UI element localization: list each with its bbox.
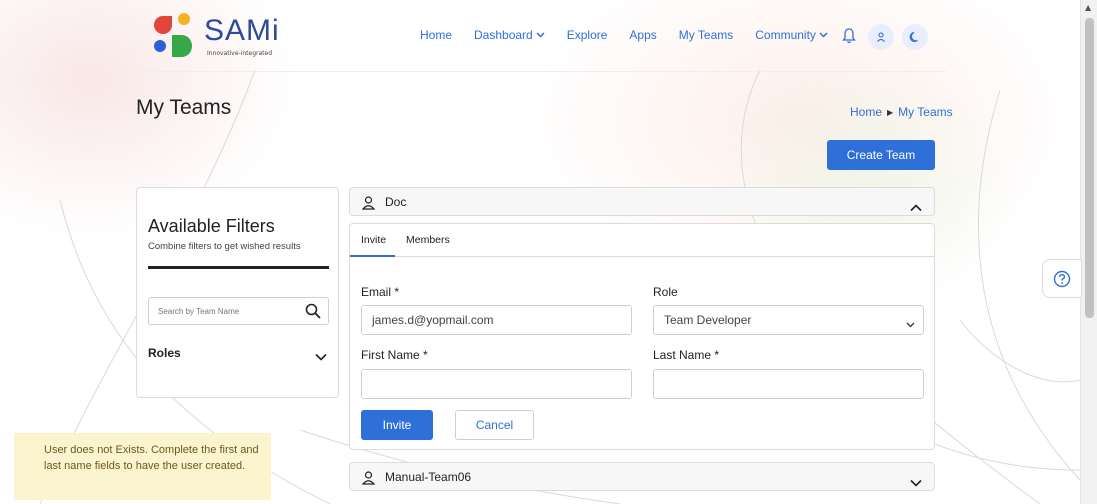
breadcrumb-home[interactable]: Home: [850, 105, 882, 119]
nav-apps[interactable]: Apps: [629, 28, 656, 42]
brand-name: SAMi: [204, 14, 280, 47]
search-icon[interactable]: [305, 303, 321, 319]
user-icon: [361, 195, 376, 214]
user-profile-button[interactable]: [868, 24, 894, 50]
brand-tagline: Innovative-integrated: [207, 50, 273, 57]
role-label: Role: [653, 285, 678, 299]
first-name-field[interactable]: [361, 369, 632, 399]
logo-mark-red: [154, 16, 172, 34]
scroll-up-icon[interactable]: ▲: [1085, 3, 1091, 12]
team-name: Doc: [385, 195, 407, 209]
sami-logo[interactable]: SAMi Innovative-integrated: [152, 12, 302, 62]
bell-icon[interactable]: [842, 28, 856, 48]
chevron-down-icon[interactable]: [910, 472, 922, 491]
email-value: james.d@yopmail.com: [372, 313, 494, 327]
filters-divider: [148, 266, 329, 269]
user-icon: [877, 32, 885, 42]
question-circle-icon: [1053, 270, 1071, 287]
cancel-button[interactable]: Cancel: [455, 410, 534, 440]
chevron-down-icon: [819, 30, 828, 40]
team-search-placeholder: Search by Team Name: [158, 306, 240, 316]
filters-panel: Available Filters Combine filters to get…: [136, 187, 339, 398]
first-name-label: First Name *: [361, 348, 428, 362]
team-tabs: Invite Members: [350, 224, 934, 257]
breadcrumb-current: My Teams: [898, 105, 953, 119]
chevron-down-icon: [906, 317, 915, 331]
filters-subtitle: Combine filters to get wished results: [148, 241, 301, 252]
logo-mark-blue: [154, 40, 166, 52]
moon-icon: [909, 31, 918, 43]
nav-my-teams[interactable]: My Teams: [679, 28, 733, 42]
team-accordion-manual-team06[interactable]: Manual-Team06: [349, 462, 935, 491]
toast-message: User does not Exists. Complete the first…: [44, 444, 259, 472]
nav-community[interactable]: Community: [755, 28, 828, 42]
role-value: Team Developer: [664, 313, 752, 327]
chevron-down-icon[interactable]: [315, 346, 327, 365]
team-accordion-doc[interactable]: Doc: [349, 187, 935, 216]
warning-toast: User does not Exists. Complete the first…: [14, 433, 271, 500]
invite-button[interactable]: Invite: [361, 410, 433, 440]
create-team-button[interactable]: Create Team: [827, 140, 935, 170]
main-nav: Home Dashboard Explore Apps My Teams Com…: [420, 28, 850, 42]
breadcrumb: Home ▶ My Teams: [850, 105, 953, 119]
chevron-down-icon: [536, 30, 545, 40]
top-header: SAMi Innovative-integrated Home Dashboar…: [136, 0, 946, 72]
help-button[interactable]: [1042, 259, 1082, 298]
scrollbar-thumb[interactable]: [1085, 18, 1094, 318]
page-title: My Teams: [136, 96, 232, 119]
team-panel-doc: Invite Members Email * james.d@yopmail.c…: [349, 223, 935, 450]
logo-mark-yellow: [178, 13, 190, 25]
user-icon: [361, 470, 376, 489]
team-search-input[interactable]: Search by Team Name: [148, 297, 329, 325]
roles-filter-label[interactable]: Roles: [148, 346, 181, 360]
email-label: Email *: [361, 285, 400, 299]
nav-home[interactable]: Home: [420, 28, 452, 42]
tab-invite[interactable]: Invite: [361, 234, 386, 246]
chevron-up-icon[interactable]: [910, 197, 922, 216]
active-tab-indicator: [350, 255, 395, 257]
caret-right-icon: ▶: [887, 107, 894, 117]
role-select[interactable]: Team Developer: [653, 305, 924, 335]
email-field[interactable]: james.d@yopmail.com: [361, 305, 632, 335]
nav-explore[interactable]: Explore: [567, 28, 608, 42]
team-name: Manual-Team06: [385, 470, 472, 484]
tab-members[interactable]: Members: [406, 234, 450, 246]
logo-mark-green: [172, 35, 192, 57]
nav-dashboard[interactable]: Dashboard: [474, 28, 545, 42]
page-scrollbar[interactable]: ▲: [1080, 0, 1097, 504]
dark-mode-toggle[interactable]: [902, 24, 928, 50]
last-name-field[interactable]: [653, 369, 924, 399]
filters-title: Available Filters: [148, 216, 275, 236]
last-name-label: Last Name *: [653, 348, 720, 362]
